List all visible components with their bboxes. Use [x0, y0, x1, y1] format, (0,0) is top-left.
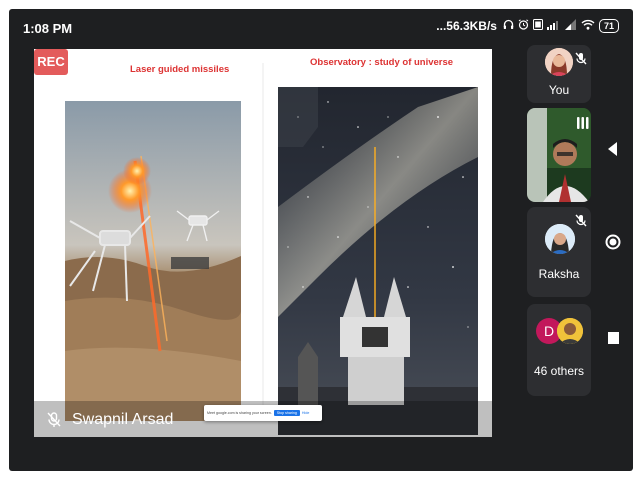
net-speed: ...56.3KB/s	[436, 19, 497, 33]
home-nav-icon[interactable]	[605, 234, 621, 255]
mic-off-icon	[575, 52, 587, 66]
avatar-others-2	[557, 318, 583, 344]
hide-toast-button[interactable]: Hide	[302, 411, 309, 415]
rec-badge: REC	[34, 49, 68, 75]
participant-name-raksha: Raksha	[538, 267, 580, 281]
status-icons: ...56.3KB/s 71	[436, 19, 619, 33]
drone-missile-image	[65, 101, 241, 421]
participant-tile-others[interactable]: D 46 others	[527, 304, 591, 396]
battery-indicator: 71	[598, 19, 619, 33]
share-toast-message: Meet google.com is sharing your screen.	[207, 411, 272, 415]
mic-off-icon	[575, 214, 587, 228]
slide-title-right: Observatory : study of universe	[310, 57, 454, 68]
presentation-view[interactable]: REC Laser guided missiles Observatory : …	[34, 49, 492, 437]
headphones-icon	[503, 19, 514, 33]
observatory-image	[278, 87, 478, 435]
signal-2-icon	[564, 19, 577, 33]
app-frame: 1:08 PM ...56.3KB/s 71 REC Laser guided …	[9, 9, 633, 471]
mic-off-icon	[47, 412, 61, 428]
signal-icon	[546, 19, 561, 33]
volte-icon	[532, 19, 543, 33]
stop-sharing-button[interactable]: Stop sharing	[273, 410, 300, 416]
recents-nav-icon[interactable]	[608, 331, 619, 349]
status-time: 1:08 PM	[23, 21, 73, 36]
screen-share-toast: Meet google.com is sharing your screen. …	[204, 405, 322, 421]
participant-tile-you[interactable]: You	[527, 45, 591, 103]
wifi-icon	[581, 19, 595, 33]
back-nav-icon[interactable]	[608, 142, 618, 161]
slide-title-left: Laser guided missiles	[130, 64, 230, 75]
alarm-icon	[518, 19, 529, 33]
presenter-name: Swapnil Arsad	[72, 411, 174, 428]
participant-name-others: 46 others	[533, 364, 585, 378]
audio-level-icon	[577, 116, 589, 135]
participant-name-you: You	[548, 83, 570, 97]
avatar-you	[545, 48, 573, 76]
avatar-raksha	[545, 224, 575, 254]
participant-tile-raksha[interactable]: Raksha	[527, 207, 591, 297]
status-bar: 1:08 PM ...56.3KB/s 71	[9, 9, 633, 47]
participant-tile-video[interactable]	[527, 108, 591, 202]
